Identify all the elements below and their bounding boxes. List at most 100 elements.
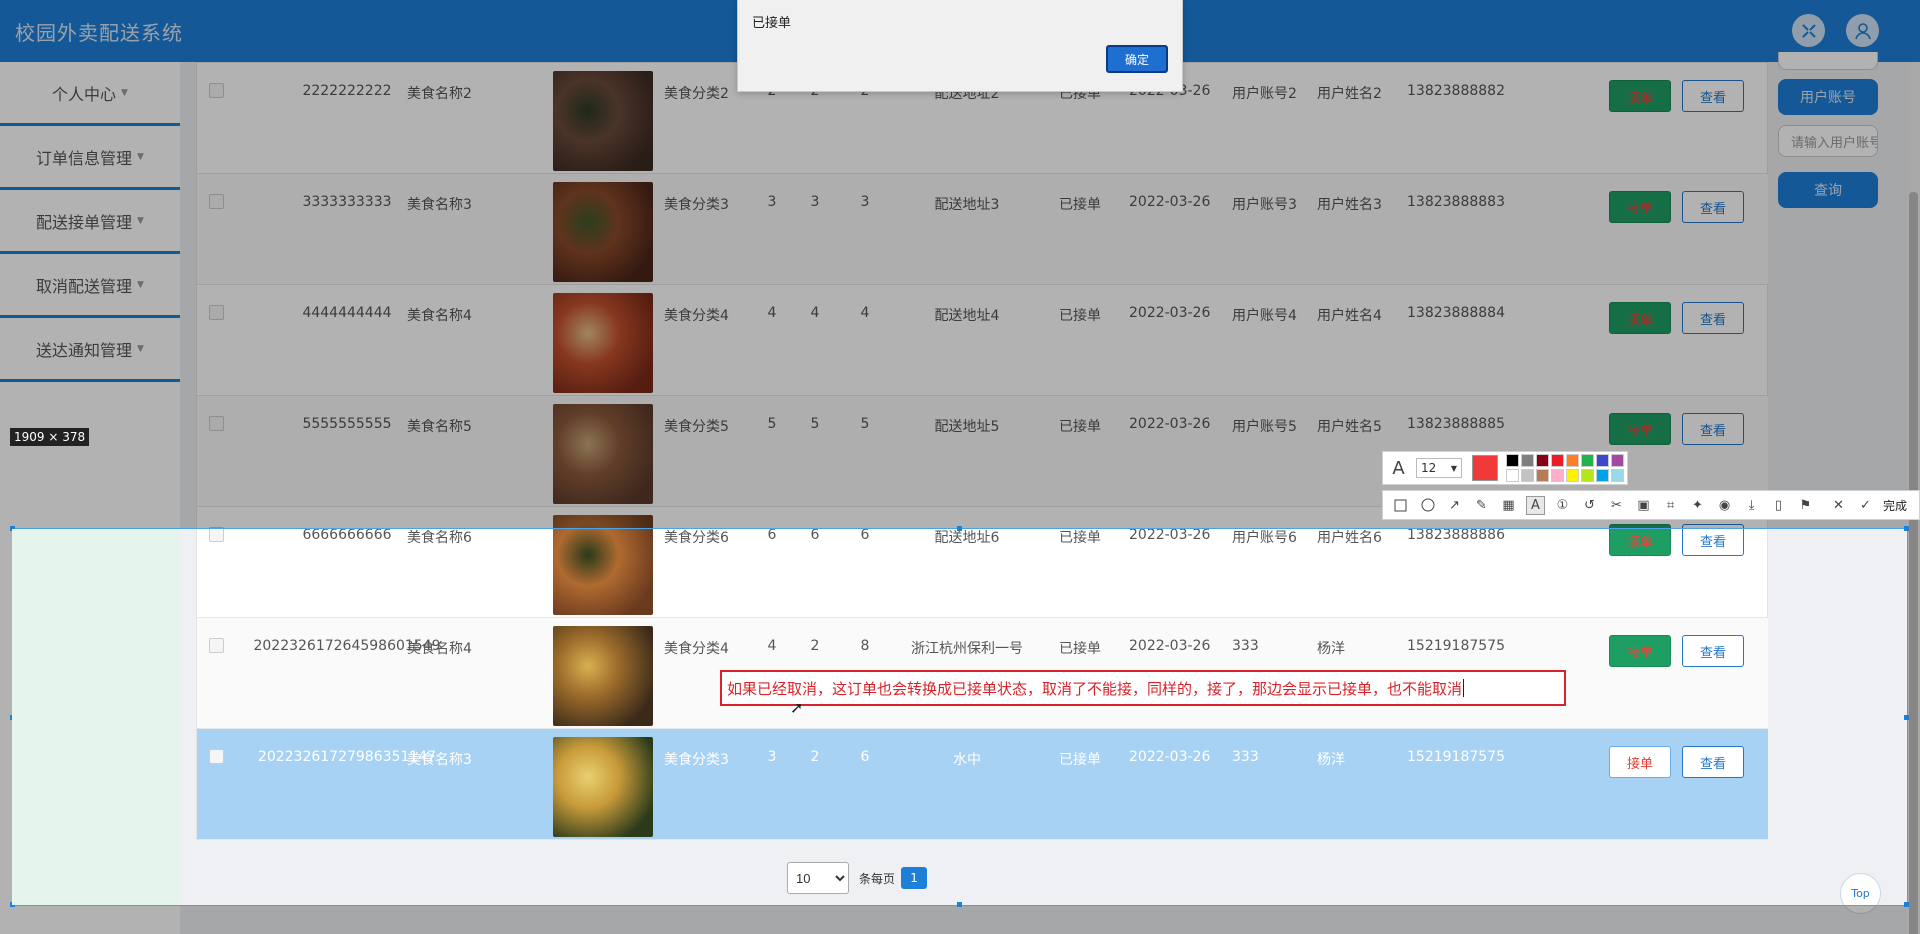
translate-icon[interactable]: ✂ (1607, 496, 1626, 515)
sidebar-item-delivery[interactable]: 配送接单管理 ▼ (0, 190, 180, 254)
palette-color-swatch[interactable] (1506, 469, 1519, 482)
undo-icon[interactable]: ↺ (1580, 496, 1599, 515)
screenshot-selection[interactable] (10, 526, 1909, 907)
palette-color-swatch[interactable] (1551, 454, 1564, 467)
resize-handle[interactable] (1904, 526, 1909, 531)
font-icon: A (1392, 457, 1405, 479)
record-icon[interactable]: ◉ (1715, 496, 1734, 515)
account-search-input[interactable]: 请输入用户账号 (1778, 125, 1878, 157)
sidebar-item-label: 取消配送管理 (36, 276, 133, 296)
screenshot-dim-bottom (0, 906, 1920, 934)
palette-color-swatch[interactable] (1611, 454, 1624, 467)
done-button[interactable]: 完成 (1883, 497, 1907, 514)
resize-handle[interactable] (1904, 715, 1909, 720)
user-account: 用户账号2 (1232, 86, 1297, 102)
row-checkbox[interactable] (209, 305, 224, 320)
ellipse-icon[interactable] (1418, 496, 1437, 515)
user-phone: 13823888884 (1407, 305, 1505, 321)
chevron-down-icon: ▼ (137, 215, 144, 226)
current-color-swatch[interactable] (1472, 455, 1498, 481)
palette-color-swatch[interactable] (1581, 469, 1594, 482)
chevron-down-icon: ▼ (137, 151, 144, 162)
chevron-down-icon: ▼ (137, 343, 144, 354)
row-checkbox[interactable] (209, 83, 224, 98)
price: 3 (810, 194, 820, 210)
accept-order-button[interactable]: 接单 (1609, 191, 1671, 223)
sidebar-item-label: 订单信息管理 (36, 148, 133, 168)
dialog-ok-button[interactable]: 确定 (1106, 45, 1168, 73)
palette-color-swatch[interactable] (1536, 454, 1549, 467)
total: 3 (860, 194, 870, 210)
table-row[interactable]: 4444444444 美食名称4 美食分类4 4 4 4 配送地址4 已接单 2022-03-2… (197, 285, 1769, 396)
palette-color-swatch[interactable] (1581, 454, 1594, 467)
table-row[interactable]: 3333333333 美食名称3 美食分类3 3 3 3 配送地址3 已接单 2022-03-2… (197, 174, 1769, 285)
bookmark-icon[interactable]: ⚑ (1796, 496, 1815, 515)
view-button[interactable]: 查看 (1682, 191, 1744, 223)
screenshot-dim-right (1908, 528, 1920, 906)
user-account: 用户账号5 (1232, 419, 1297, 435)
pen-icon[interactable]: ✎ (1472, 496, 1491, 515)
arrow-icon[interactable]: ↗ (1445, 496, 1464, 515)
sidebar-item-orders[interactable]: 订单信息管理 ▼ (0, 126, 180, 190)
fullscreen-icon[interactable] (1792, 14, 1825, 47)
resize-handle[interactable] (1904, 902, 1909, 907)
view-button[interactable]: 查看 (1682, 413, 1744, 445)
food-category: 美食分类5 (664, 419, 729, 435)
accept-order-button[interactable]: 接单 (1609, 302, 1671, 334)
accept-order-button[interactable]: 接单 (1609, 413, 1671, 445)
order-date: 2022-03-26 (1129, 194, 1211, 210)
close-icon[interactable]: ✕ (1829, 496, 1848, 515)
food-image (553, 182, 653, 282)
palette-color-swatch[interactable] (1521, 469, 1534, 482)
number-marker-icon[interactable]: ① (1553, 496, 1572, 515)
palette-color-swatch[interactable] (1611, 469, 1624, 482)
sidebar-item-cancel[interactable]: 取消配送管理 ▼ (0, 254, 180, 318)
scan-icon[interactable]: ⌗ (1661, 496, 1680, 515)
user-account: 用户账号4 (1232, 308, 1297, 324)
food-name: 美食名称5 (407, 419, 472, 435)
sidebar-item-notify[interactable]: 送达通知管理 ▼ (0, 318, 180, 382)
user-name: 用户姓名2 (1317, 86, 1382, 102)
palette-color-swatch[interactable] (1551, 469, 1564, 482)
row-checkbox[interactable] (209, 416, 224, 431)
view-button[interactable]: 查看 (1682, 302, 1744, 334)
food-image (553, 293, 653, 393)
accept-order-button[interactable]: 接单 (1609, 80, 1671, 112)
mosaic-icon[interactable]: ▦ (1499, 496, 1518, 515)
text-tool-icon[interactable]: A (1526, 495, 1545, 515)
check-icon[interactable]: ✓ (1856, 496, 1875, 515)
user-avatar-icon[interactable] (1846, 14, 1879, 47)
annotation-text: 如果已经取消，这订单也会转换成已接单状态，取消了不能接，同样的，接了，那边会显示… (727, 679, 1463, 698)
screenshot-toolbar: ↗ ✎ ▦ A ① ↺ ✂ ▣ ⌗ ✦ ◉ ⤓ ▯ ⚑ ✕ ✓ 完成 (1382, 490, 1920, 520)
palette-color-swatch[interactable] (1506, 454, 1519, 467)
font-size-value: 12 (1421, 461, 1437, 475)
palette-color-swatch[interactable] (1596, 469, 1609, 482)
palette-color-swatch[interactable] (1566, 454, 1579, 467)
palette-color-swatch[interactable] (1536, 469, 1549, 482)
user-name: 用户姓名4 (1317, 308, 1382, 324)
order-date: 2022-03-26 (1129, 305, 1211, 321)
palette-color-swatch[interactable] (1566, 469, 1579, 482)
view-button[interactable]: 查看 (1682, 80, 1744, 112)
phone-icon[interactable]: ▯ (1769, 496, 1788, 515)
rectangle-icon[interactable] (1391, 496, 1410, 515)
total: 5 (860, 416, 870, 432)
download-icon[interactable]: ⤓ (1742, 496, 1761, 515)
dialog-message: 已接单 (752, 16, 792, 31)
resize-handle[interactable] (957, 526, 962, 531)
price: 5 (810, 416, 820, 432)
user-phone: 13823888885 (1407, 416, 1505, 432)
font-size-select[interactable]: 12 ▼ (1416, 458, 1462, 478)
query-button[interactable]: 查询 (1778, 172, 1878, 208)
text-annotation-input[interactable]: 如果已经取消，这订单也会转换成已接单状态，取消了不能接，同样的，接了，那边会显示… (720, 670, 1566, 706)
row-checkbox[interactable] (209, 194, 224, 209)
palette-color-swatch[interactable] (1521, 454, 1534, 467)
order-status: 已接单 (1059, 419, 1101, 435)
resize-handle[interactable] (957, 902, 962, 907)
palette-color-swatch[interactable] (1596, 454, 1609, 467)
food-name: 美食名称2 (407, 86, 472, 102)
pin-icon[interactable]: ✦ (1688, 496, 1707, 515)
sidebar-item-profile[interactable]: 个人中心 ▼ (0, 62, 180, 126)
ocr-icon[interactable]: ▣ (1634, 496, 1653, 515)
account-button[interactable]: 用户账号 (1778, 79, 1878, 115)
